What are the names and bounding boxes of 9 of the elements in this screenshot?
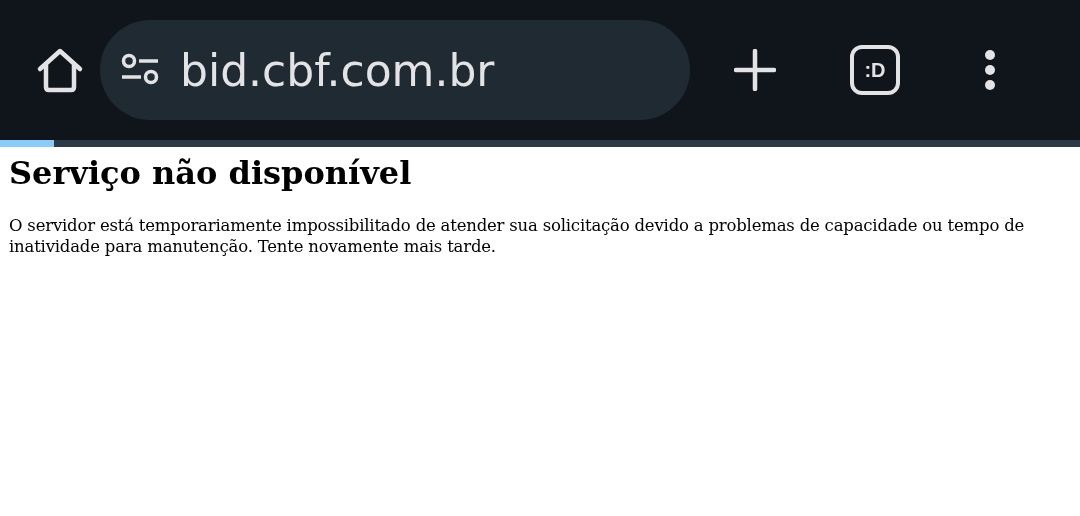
site-settings-icon <box>120 53 160 87</box>
plus-icon <box>734 49 776 91</box>
error-message: O servidor está temporariamente impossibilitado de atender sua solicitação devido a problemas de capacidade ou tempo de inatividade para manutenção. Tente novamente mais tarde. <box>9 215 1026 257</box>
more-options-icon <box>984 50 996 90</box>
url-text: bid.cbf.com.br <box>180 44 495 96</box>
address-bar[interactable]: bid.cbf.com.br <box>100 20 690 120</box>
tab-switcher-button[interactable]: :D <box>850 45 900 95</box>
page-heading: Serviço não disponível <box>9 153 413 193</box>
home-icon <box>36 47 84 93</box>
